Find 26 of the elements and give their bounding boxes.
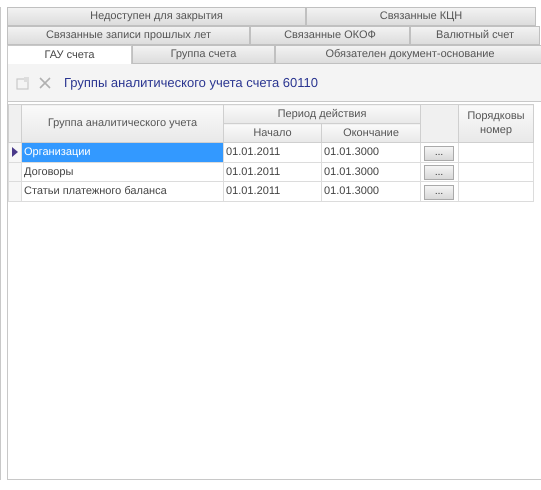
column-header: Начало	[253, 126, 292, 139]
table-cell: 01.01.3000	[324, 185, 380, 197]
table-cell: 01.01.2011	[226, 166, 280, 178]
table-cell: 01.01.2011	[226, 185, 280, 197]
column-header: Период действия	[278, 108, 366, 120]
column-header: Порядковы номер	[467, 110, 525, 136]
ellipsis-button[interactable]: ...	[424, 146, 454, 160]
column-header: Группа аналитического учета	[48, 117, 198, 130]
table-cell: Организации	[24, 146, 91, 158]
tab[interactable]: ГАУ счета	[7, 45, 132, 64]
tab[interactable]: Недоступен для закрытия	[7, 7, 306, 26]
table-cell: 01.01.3000	[324, 166, 380, 178]
tab[interactable]: Связанные ОКОФ	[250, 26, 410, 45]
table-cell: 01.01.2011	[226, 146, 280, 158]
column-header: Окончание	[343, 126, 399, 139]
section-title: Группы аналитического учета счета 60110	[64, 74, 318, 92]
tab[interactable]: Валютный счет	[410, 26, 540, 45]
tab[interactable]: Обязателен документ-основание	[275, 45, 541, 64]
tab[interactable]: Связанные записи прошлых лет	[7, 26, 250, 45]
ellipsis-button[interactable]: ...	[424, 184, 454, 200]
ellipsis-button[interactable]: ...	[424, 165, 454, 180]
tab[interactable]: Связанные КЦН	[306, 7, 536, 26]
table-cell: Статьи платежного баланса	[24, 185, 167, 197]
table-cell: Договоры	[24, 166, 74, 178]
table-cell: 01.01.3000	[324, 146, 380, 158]
tab[interactable]: Группа счета	[132, 45, 275, 64]
